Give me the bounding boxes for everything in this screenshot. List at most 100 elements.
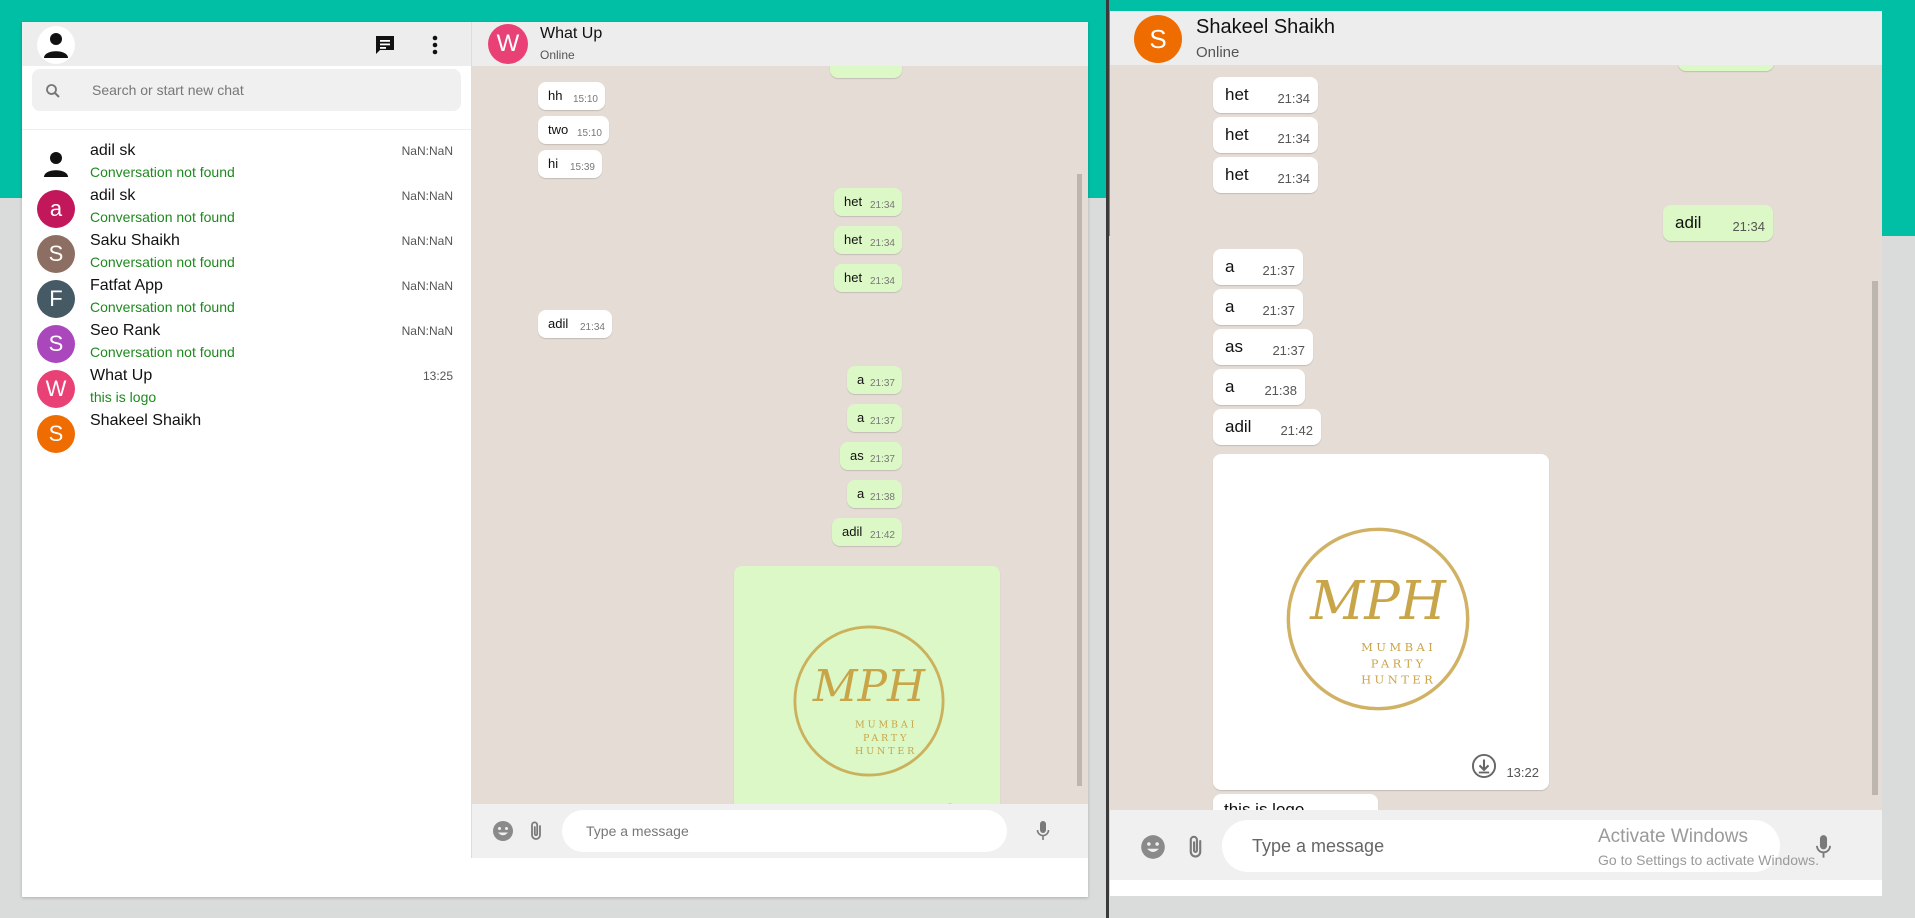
outgoing-message: adil 21:34 [1663, 205, 1773, 241]
chat-list-item[interactable]: F Fatfat App Conversation not found NaN:NaN [22, 275, 471, 320]
microphone-icon[interactable] [1032, 820, 1054, 842]
mph-logo-image: MPH MUMBAI PARTY HUNTER [793, 625, 945, 777]
chat-name: What Up [90, 367, 153, 384]
attach-icon[interactable] [1182, 834, 1208, 860]
message-text: a [857, 410, 865, 425]
chat-avatar: S [37, 415, 75, 453]
contact-avatar-right[interactable]: S [1134, 15, 1182, 63]
outgoing-message: het 21:34 [834, 226, 902, 254]
message-text: as [1225, 337, 1243, 356]
chat-name: adil sk [90, 187, 136, 204]
message-text: het [844, 194, 863, 209]
message-text: a [857, 372, 865, 387]
message-input[interactable] [562, 810, 1007, 852]
profile-avatar[interactable] [37, 26, 75, 64]
chat-last-message: Conversation not found [90, 344, 235, 360]
attach-icon[interactable] [525, 820, 547, 842]
incoming-message: a 21:37 [1213, 249, 1303, 285]
messenger-window-left: adil skConversation not foundNaN:NaNaadi… [22, 22, 1088, 897]
search-icon [45, 83, 61, 104]
svg-text:HUNTER: HUNTER [1361, 672, 1436, 686]
chat-time: NaN:NaN [401, 234, 453, 248]
sidebar-header [22, 22, 471, 66]
message-time: 21:37 [1262, 263, 1295, 278]
more-options-icon[interactable] [424, 34, 446, 56]
outgoing-message: adil 21:42 [832, 518, 902, 546]
message-text: hi [548, 156, 559, 171]
message-time: 21:37 [1262, 303, 1295, 318]
message-time: 21:34 [1277, 171, 1310, 186]
chat-time: NaN:NaN [401, 324, 453, 338]
chat-list-item[interactable]: adil sk Conversation not found NaN:NaN [22, 140, 471, 185]
message-text: hh [548, 88, 563, 103]
sidebar: adil skConversation not foundNaN:NaNaadi… [22, 22, 472, 858]
chat-last-message: Conversation not found [90, 254, 235, 270]
message-text: adil [842, 524, 863, 539]
message-bubble-partial [830, 66, 902, 78]
chat-avatar: W [37, 370, 75, 408]
chat-last-message: this is logo [90, 389, 157, 405]
image-message[interactable]: MPHMUMBAIPARTYHUNTER13:22 [1213, 454, 1549, 790]
incoming-message: a 21:37 [1213, 289, 1303, 325]
image-message[interactable]: MPHMUMBAIPARTYHUNTER13:22 [734, 566, 1000, 804]
incoming-message: adil 21:42 [1213, 409, 1321, 445]
svg-text:MPH: MPH [1309, 571, 1447, 632]
incoming-message: adil 21:34 [538, 310, 612, 338]
message-time: 13:22 [1506, 765, 1539, 780]
message-text: two [548, 122, 569, 137]
microphone-icon[interactable] [1810, 834, 1836, 860]
chat-panel: W What Up Online hh 15:10 two 15:10 hi 15:39 h… [472, 22, 1088, 858]
chat-list-item[interactable]: S Shakeel Shaikh [22, 410, 471, 455]
message-text: adil [548, 316, 569, 331]
outgoing-message: a 21:37 [847, 404, 902, 432]
message-text: het [844, 270, 863, 285]
chat-header[interactable]: W What Up Online [472, 22, 1088, 66]
scrollbar[interactable] [1077, 174, 1082, 786]
chat-list-item[interactable]: S Seo Rank Conversation not found NaN:NaN [22, 320, 471, 365]
message-time: 21:34 [1732, 219, 1765, 234]
chat-list-item[interactable]: W What Up this is logo 13:25 [22, 365, 471, 410]
chat-list-item[interactable]: a adil sk Conversation not found NaN:NaN [22, 185, 471, 230]
incoming-message: as 21:37 [1213, 329, 1313, 365]
svg-text:MUMBAI: MUMBAI [1361, 640, 1436, 654]
message-text: a [1225, 377, 1235, 396]
download-icon[interactable] [1471, 753, 1497, 779]
svg-text:MUMBAI: MUMBAI [855, 720, 917, 731]
chat-name: Saku Shaikh [90, 232, 180, 249]
contact-avatar[interactable]: W [488, 24, 528, 64]
message-time: 21:34 [869, 200, 895, 211]
chat-name: Fatfat App [90, 277, 163, 294]
message-text: a [857, 486, 865, 501]
chat-time: NaN:NaN [401, 189, 453, 203]
message-input-bar-right [1110, 810, 1882, 880]
new-chat-icon[interactable] [374, 34, 396, 56]
search-area [22, 66, 471, 130]
message-area-right: this is logo het 21:34 het 21:34 het 21:34 adi… [1110, 65, 1882, 810]
outgoing-message: a 21:37 [847, 366, 902, 394]
message-input-right[interactable] [1222, 820, 1780, 872]
mph-logo-image: MPH MUMBAI PARTY HUNTER [1286, 527, 1470, 711]
messenger-window-right: S Shakeel Shaikh Online this is logo het… [1110, 11, 1882, 896]
chat-header-right[interactable]: S Shakeel Shaikh Online [1110, 11, 1882, 65]
incoming-message: two 15:10 [538, 116, 609, 144]
message-time: 21:37 [869, 416, 895, 427]
chat-last-message: Conversation not found [90, 164, 235, 180]
message-text: het [1225, 165, 1249, 184]
message-time: 21:42 [869, 530, 895, 541]
svg-text:PARTY: PARTY [863, 733, 909, 744]
message-input-bar [472, 804, 1088, 858]
contact-status: Online [540, 48, 575, 62]
chat-name: Seo Rank [90, 322, 161, 339]
search-input[interactable] [92, 69, 432, 111]
window-divider [1106, 0, 1109, 918]
chat-list-item[interactable]: S Saku Shaikh Conversation not found NaN:Na… [22, 230, 471, 275]
chat-list: adil sk Conversation not found NaN:NaN a adi… [22, 130, 471, 455]
message-text: het [1225, 125, 1249, 144]
chat-name: Shakeel Shaikh [90, 412, 202, 429]
scrollbar-right[interactable] [1872, 281, 1878, 795]
contact-name: What Up [540, 25, 603, 42]
incoming-message: hh 15:10 [538, 82, 605, 110]
emoji-icon[interactable] [492, 820, 514, 842]
emoji-icon[interactable] [1140, 834, 1166, 860]
message-area: hh 15:10 two 15:10 hi 15:39 het 21:34 het 21:34 he… [472, 66, 1088, 804]
